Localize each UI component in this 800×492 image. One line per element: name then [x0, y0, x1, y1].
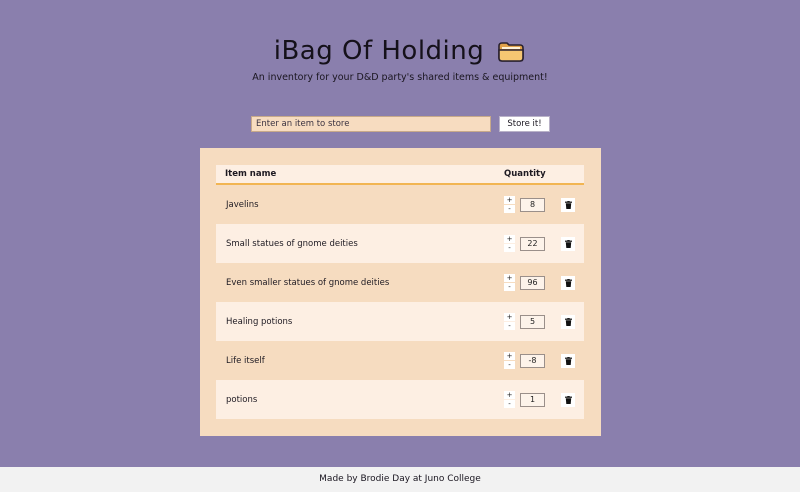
delete-button[interactable]	[561, 236, 575, 251]
folder-icon	[496, 39, 526, 63]
quantity-stepper: + -	[504, 235, 516, 252]
item-name: Even smaller statues of gnome deities	[226, 277, 390, 288]
item-name-input[interactable]	[251, 116, 491, 132]
footer: Made by Brodie Day at Juno College	[0, 467, 800, 492]
quantity-input[interactable]	[520, 392, 545, 407]
quantity-input[interactable]	[520, 236, 545, 251]
trash-icon	[564, 275, 572, 290]
header-item-name: Item name	[225, 169, 277, 179]
decrement-button[interactable]: -	[504, 322, 515, 330]
inventory-table: Item name Quantity Javelins + - Small st…	[216, 165, 584, 419]
inventory-panel: Item name Quantity Javelins + - Small st…	[200, 148, 601, 436]
trash-icon	[564, 353, 572, 368]
quantity-input[interactable]	[520, 275, 545, 290]
page-title: iBag Of Holding	[273, 36, 485, 66]
quantity-stepper: + -	[504, 352, 516, 369]
increment-button[interactable]: +	[504, 391, 515, 399]
title-row: iBag Of Holding	[0, 34, 800, 68]
increment-button[interactable]: +	[504, 313, 515, 321]
delete-button[interactable]	[561, 353, 575, 368]
decrement-button[interactable]: -	[504, 400, 515, 408]
increment-button[interactable]: +	[504, 196, 515, 204]
table-header: Item name Quantity	[216, 165, 584, 185]
quantity-input[interactable]	[520, 353, 545, 368]
table-row: Life itself + -	[216, 341, 584, 380]
table-row: Even smaller statues of gnome deities + …	[216, 263, 584, 302]
item-name: potions	[226, 394, 258, 405]
decrement-button[interactable]: -	[504, 361, 515, 369]
trash-icon	[564, 314, 572, 329]
table-row: potions + -	[216, 380, 584, 419]
item-name: Javelins	[226, 199, 259, 210]
delete-button[interactable]	[561, 197, 575, 212]
store-button[interactable]: Store it!	[499, 116, 550, 132]
item-name: Small statues of gnome deities	[226, 238, 358, 249]
table-body: Javelins + - Small statues of gnome deit…	[216, 185, 584, 419]
quantity-stepper: + -	[504, 274, 516, 291]
add-item-form: Store it!	[251, 116, 550, 132]
table-row: Small statues of gnome deities + -	[216, 224, 584, 263]
item-name: Healing potions	[226, 316, 293, 327]
delete-button[interactable]	[561, 392, 575, 407]
trash-icon	[564, 197, 572, 212]
header-quantity: Quantity	[504, 169, 546, 179]
delete-button[interactable]	[561, 275, 575, 290]
page-subtitle: An inventory for your D&D party's shared…	[252, 72, 548, 83]
quantity-stepper: + -	[504, 391, 516, 408]
trash-icon	[564, 236, 572, 251]
quantity-stepper: + -	[504, 196, 516, 213]
quantity-input[interactable]	[520, 314, 545, 329]
page-header: iBag Of Holding An inventory for your D&…	[0, 34, 800, 83]
decrement-button[interactable]: -	[504, 205, 515, 213]
delete-button[interactable]	[561, 314, 575, 329]
table-row: Healing potions + -	[216, 302, 584, 341]
quantity-stepper: + -	[504, 313, 516, 330]
increment-button[interactable]: +	[504, 274, 515, 282]
increment-button[interactable]: +	[504, 235, 515, 243]
quantity-input[interactable]	[520, 197, 545, 212]
item-name: Life itself	[226, 355, 265, 366]
decrement-button[interactable]: -	[504, 244, 515, 252]
decrement-button[interactable]: -	[504, 283, 515, 291]
table-row: Javelins + -	[216, 185, 584, 224]
increment-button[interactable]: +	[504, 352, 515, 360]
trash-icon	[564, 392, 572, 407]
